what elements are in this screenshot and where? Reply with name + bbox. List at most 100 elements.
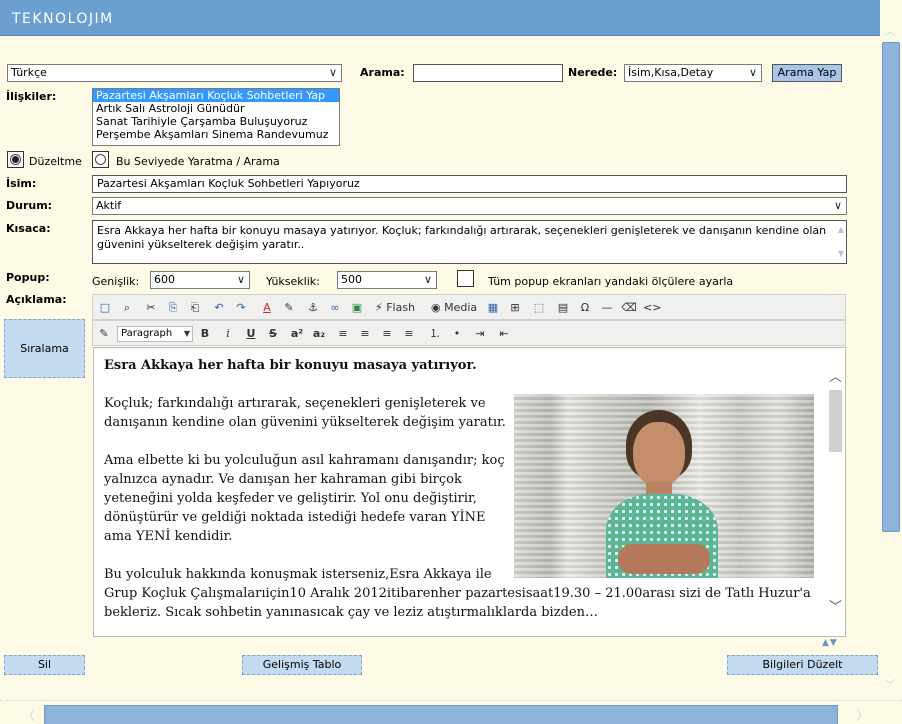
- editor-toolbar-row-1: □ ⌕ ✂ ⎘ ⎗ ↶ ↷ A ✎ ⚓ ∞ ▣ ⚡ Flash ◉ Media …: [92, 294, 846, 320]
- edit-mode-label: Düzeltme: [29, 155, 82, 168]
- description-label: Açıklama:: [6, 293, 67, 306]
- nerede-select[interactable]: İsim,Kısa,Detay ∨: [624, 64, 762, 82]
- height-select[interactable]: 500 ∨: [337, 271, 437, 289]
- strikethrough-icon[interactable]: S: [265, 325, 281, 343]
- html-source-icon[interactable]: <>: [643, 299, 661, 317]
- scroll-up-arrow-icon[interactable]: ︿: [884, 22, 896, 39]
- paste-icon[interactable]: ⎗: [187, 299, 203, 317]
- editor-lead-paragraph: Esra Akkaya her hafta bir konuyu masaya …: [104, 358, 477, 373]
- italic-icon[interactable]: i: [220, 325, 236, 343]
- delete-button[interactable]: Sil: [4, 655, 85, 675]
- arama-label: Arama:: [360, 66, 405, 79]
- language-select[interactable]: Türkçe ∨: [7, 64, 342, 82]
- page-vertical-scrollbar[interactable]: ︿ ﹀: [880, 0, 902, 700]
- flash-button[interactable]: ⚡ Flash: [375, 299, 423, 317]
- list-item[interactable]: Sanat Tarihiyle Çarşamba Buluşuyoruz: [93, 115, 339, 128]
- width-label: Genişlik:: [92, 275, 140, 288]
- horizontal-rule-icon[interactable]: —: [599, 299, 615, 317]
- relations-label: İlişkiler:: [6, 90, 57, 103]
- height-select-value: 500: [341, 273, 362, 286]
- align-center-icon[interactable]: ≡: [357, 325, 373, 343]
- subscript-icon[interactable]: a₂: [311, 325, 327, 343]
- styles-icon[interactable]: ✎: [96, 325, 112, 343]
- redo-icon[interactable]: ↷: [233, 299, 249, 317]
- create-mode-radio[interactable]: [92, 151, 109, 168]
- editor-content[interactable]: Esra Akkaya her hafta bir konuyu masaya …: [104, 356, 814, 636]
- photo-face: [633, 422, 685, 488]
- status-label: Durum:: [6, 199, 53, 212]
- search-button[interactable]: Arama Yap: [772, 64, 842, 82]
- status-select[interactable]: Aktif ∨: [92, 197, 847, 215]
- relations-listbox[interactable]: Pazartesi Akşamları Koçluk Sohbetleri Ya…: [92, 88, 340, 146]
- outdent-icon[interactable]: ⇤: [495, 325, 513, 343]
- chevron-down-icon: ▼: [183, 329, 190, 338]
- align-left-icon[interactable]: ≡: [335, 325, 351, 343]
- scroll-left-arrow-icon[interactable]: 〈: [22, 705, 35, 724]
- editor-resize-icon[interactable]: ▲▼: [822, 638, 838, 648]
- nerede-label: Nerede:: [568, 66, 618, 79]
- summary-label: Kısaca:: [6, 222, 51, 235]
- rich-text-editor[interactable]: Esra Akkaya her hafta bir konuyu masaya …: [93, 347, 846, 637]
- text-color-icon[interactable]: A: [259, 299, 275, 317]
- copy-icon[interactable]: ⎘: [165, 299, 181, 317]
- advanced-table-button[interactable]: Gelişmiş Tablo: [242, 655, 362, 675]
- list-item[interactable]: Perşembe Akşamları Sinema Randevumuz: [93, 128, 339, 141]
- scroll-up-arrow-icon[interactable]: ▲: [838, 223, 844, 237]
- page-scroll-thumb[interactable]: [882, 42, 900, 532]
- indent-icon[interactable]: ⇥: [471, 325, 489, 343]
- edit-mode-radio[interactable]: [7, 151, 24, 168]
- image-icon[interactable]: ▣: [349, 299, 365, 317]
- undo-icon[interactable]: ↶: [211, 299, 227, 317]
- list-item[interactable]: Pazartesi Akşamları Koçluk Sohbetleri Ya…: [93, 89, 339, 102]
- editor-toolbar-row-2: ✎ Paragraph ▼ B i U S a² a₂ ≡ ≡ ≡ ≡ ⒈ • …: [92, 320, 846, 346]
- page-break-icon[interactable]: ▤: [555, 299, 571, 317]
- align-justify-icon[interactable]: ≡: [401, 325, 417, 343]
- apply-all-checkbox[interactable]: [457, 270, 474, 287]
- eraser-icon[interactable]: ⌫: [621, 299, 637, 317]
- app-logo: TEKNOLOJIM: [12, 11, 114, 27]
- cut-icon[interactable]: ✂: [143, 299, 159, 317]
- unordered-list-icon[interactable]: •: [449, 325, 465, 343]
- scroll-down-arrow-icon[interactable]: ﹀: [829, 596, 842, 615]
- link-icon[interactable]: ∞: [327, 299, 343, 317]
- popup-label: Popup:: [6, 271, 50, 284]
- page-horizontal-scrollbar[interactable]: 〈 〉: [0, 700, 902, 724]
- scroll-right-arrow-icon[interactable]: 〉: [856, 705, 869, 724]
- flash-icon: ⚡: [375, 301, 383, 314]
- article-photo: [514, 394, 814, 578]
- underline-icon[interactable]: U: [243, 325, 259, 343]
- align-right-icon[interactable]: ≡: [379, 325, 395, 343]
- table-icon[interactable]: ▦: [485, 299, 501, 317]
- ordered-list-icon[interactable]: ⒈: [427, 325, 443, 343]
- nerede-select-value: İsim,Kısa,Detay: [628, 66, 714, 79]
- scroll-down-arrow-icon[interactable]: ﹀: [884, 676, 896, 693]
- chevron-down-icon: ∨: [328, 66, 337, 79]
- anchor-icon[interactable]: ⚓: [305, 299, 321, 317]
- highlight-icon[interactable]: ✎: [281, 299, 297, 317]
- bold-icon[interactable]: B: [197, 325, 213, 343]
- sort-button[interactable]: Sıralama: [4, 319, 85, 378]
- special-char-icon[interactable]: Ω: [577, 299, 593, 317]
- editor-scroll-thumb[interactable]: [829, 390, 842, 452]
- summary-textarea[interactable]: Esra Akkaya her hafta bir konuyu masaya …: [92, 220, 847, 264]
- apply-all-label: Tüm popup ekranları yandaki ölçülere aya…: [488, 275, 734, 288]
- visual-aid-icon[interactable]: ⬚: [531, 299, 547, 317]
- scroll-up-arrow-icon[interactable]: ︿: [829, 366, 842, 385]
- media-button[interactable]: ◉ Media: [431, 299, 483, 317]
- app-header: TEKNOLOJIM: [0, 0, 880, 36]
- chevron-down-icon: ∨: [748, 66, 757, 79]
- name-input[interactable]: Pazartesi Akşamları Koçluk Sohbetleri Ya…: [92, 175, 847, 193]
- scroll-down-arrow-icon[interactable]: ▼: [838, 247, 844, 261]
- width-select[interactable]: 600 ∨: [150, 271, 250, 289]
- search-input[interactable]: [413, 64, 563, 82]
- table-props-icon[interactable]: ⊞: [507, 299, 523, 317]
- paragraph-select[interactable]: Paragraph ▼: [117, 326, 193, 342]
- save-button[interactable]: Bilgileri Düzelt: [727, 655, 878, 675]
- superscript-icon[interactable]: a²: [289, 325, 305, 343]
- new-document-icon[interactable]: □: [97, 299, 113, 317]
- height-label: Yükseklik:: [266, 275, 320, 288]
- editor-scrollbar[interactable]: ︿ ﹀: [826, 348, 845, 636]
- find-icon[interactable]: ⌕: [119, 299, 135, 317]
- horizontal-scroll-thumb[interactable]: [44, 705, 838, 724]
- list-item[interactable]: Artık Salı Astroloji Günüdür: [93, 102, 339, 115]
